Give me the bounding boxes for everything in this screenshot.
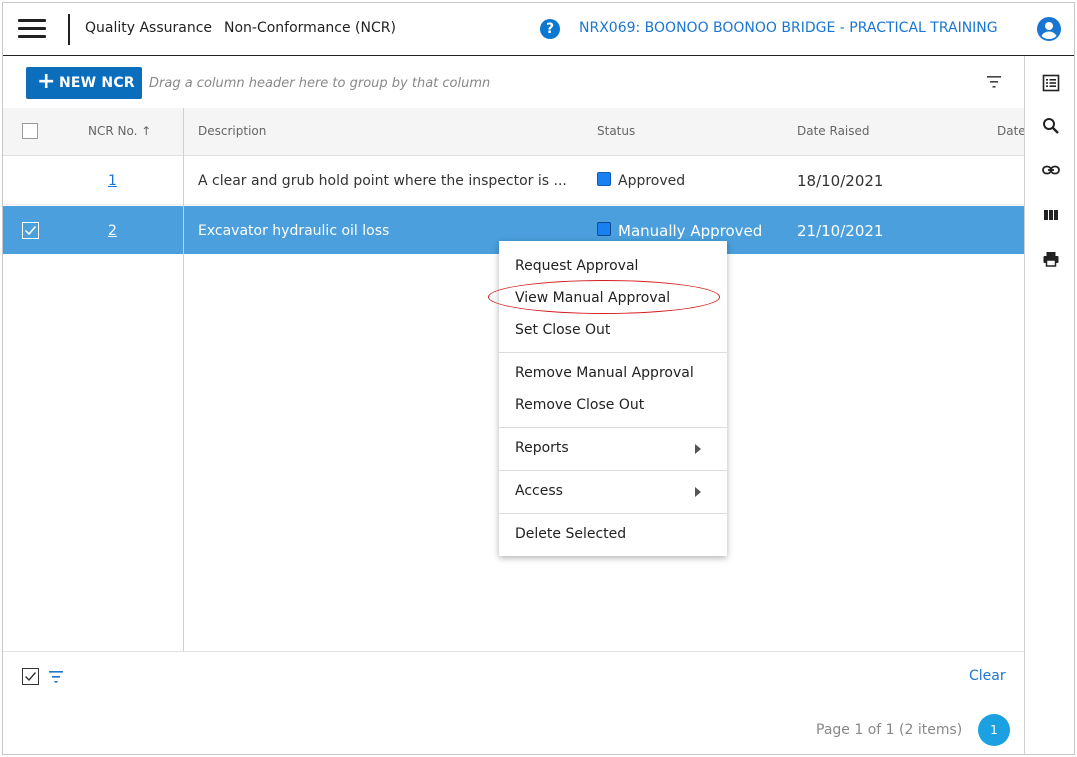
status-cell: Approved: [618, 173, 686, 189]
grid-toolbar: + NEW NCR Drag a column header here to g…: [3, 56, 1024, 109]
link-icon[interactable]: [1041, 160, 1061, 180]
column-header-date-extra[interactable]: Date: [997, 124, 1026, 138]
table-row[interactable]: 1 A clear and grub hold point where the …: [3, 156, 1024, 205]
help-icon[interactable]: ?: [540, 19, 560, 39]
column-header-ncr-no[interactable]: NCR No. ↑: [88, 124, 151, 138]
status-indicator: [597, 172, 611, 186]
status-indicator: [597, 222, 611, 236]
project-title[interactable]: NRX069: BOONOO BOONOO BRIDGE - PRACTICAL…: [579, 20, 998, 36]
menu-divider: [499, 470, 727, 471]
menu-item-remove-close-out[interactable]: Remove Close Out: [515, 397, 644, 413]
grid-header: NCR No. ↑ Description Status Date Raised…: [3, 108, 1026, 156]
menu-item-set-close-out[interactable]: Set Close Out: [515, 322, 610, 338]
column-header-status[interactable]: Status: [597, 124, 635, 138]
ncr-number-link[interactable]: 1: [108, 173, 117, 189]
ncr-number-link[interactable]: 2: [108, 223, 117, 239]
page-info: Page 1 of 1 (2 items): [816, 722, 963, 738]
menu-item-reports[interactable]: Reports: [515, 440, 569, 456]
filter-icon[interactable]: [986, 76, 1002, 88]
row-checkbox-checked[interactable]: [22, 222, 39, 239]
date-raised-cell: 18/10/2021: [797, 172, 884, 190]
columns-icon[interactable]: [1041, 205, 1061, 225]
hamburger-menu-icon[interactable]: [18, 19, 46, 39]
app-window: Quality Assurance Non-Conformance (NCR) …: [2, 2, 1075, 755]
column-header-description[interactable]: Description: [198, 124, 266, 138]
menu-item-request-approval[interactable]: Request Approval: [515, 258, 638, 274]
filter-bar: Clear: [3, 651, 1024, 701]
filter-builder-icon[interactable]: [48, 671, 64, 683]
menu-divider: [499, 513, 727, 514]
plus-icon: +: [37, 69, 56, 94]
context-menu: Request Approval View Manual Approval Se…: [499, 241, 727, 556]
submenu-arrow-icon: [695, 444, 701, 454]
column-header-date-raised[interactable]: Date Raised: [797, 124, 870, 138]
user-avatar-icon[interactable]: [1037, 17, 1061, 41]
filter-enabled-checkbox[interactable]: [22, 668, 39, 685]
frozen-column-divider: [183, 108, 184, 651]
top-bar: Quality Assurance Non-Conformance (NCR) …: [3, 3, 1074, 57]
select-all-checkbox[interactable]: [22, 123, 38, 139]
menu-item-remove-manual-approval[interactable]: Remove Manual Approval: [515, 365, 694, 381]
menu-divider: [499, 352, 727, 353]
page-button[interactable]: 1: [978, 714, 1010, 746]
divider: [68, 14, 70, 45]
breadcrumb-page[interactable]: Non-Conformance (NCR): [224, 20, 396, 36]
menu-divider: [499, 427, 727, 428]
new-ncr-label: NEW NCR: [59, 75, 135, 91]
breadcrumb-module[interactable]: Quality Assurance: [85, 20, 212, 36]
status-cell: Manually Approved: [618, 222, 763, 240]
menu-item-delete-selected[interactable]: Delete Selected: [515, 526, 626, 542]
description-cell: A clear and grub hold point where the in…: [198, 173, 567, 189]
print-icon[interactable]: [1041, 249, 1061, 269]
group-panel-hint: Drag a column header here to group by th…: [149, 76, 491, 91]
search-icon[interactable]: [1041, 116, 1061, 136]
clear-filter-link[interactable]: Clear: [969, 668, 1006, 684]
date-raised-cell: 21/10/2021: [797, 222, 884, 240]
submenu-arrow-icon: [695, 487, 701, 497]
right-toolbar: [1024, 56, 1074, 754]
list-view-icon[interactable]: [1041, 73, 1061, 93]
description-cell: Excavator hydraulic oil loss: [198, 223, 390, 239]
menu-item-access[interactable]: Access: [515, 483, 563, 499]
new-ncr-button[interactable]: + NEW NCR: [26, 67, 142, 99]
menu-item-view-manual-approval[interactable]: View Manual Approval: [515, 290, 670, 306]
pager: Page 1 of 1 (2 items) 1: [3, 700, 1024, 754]
